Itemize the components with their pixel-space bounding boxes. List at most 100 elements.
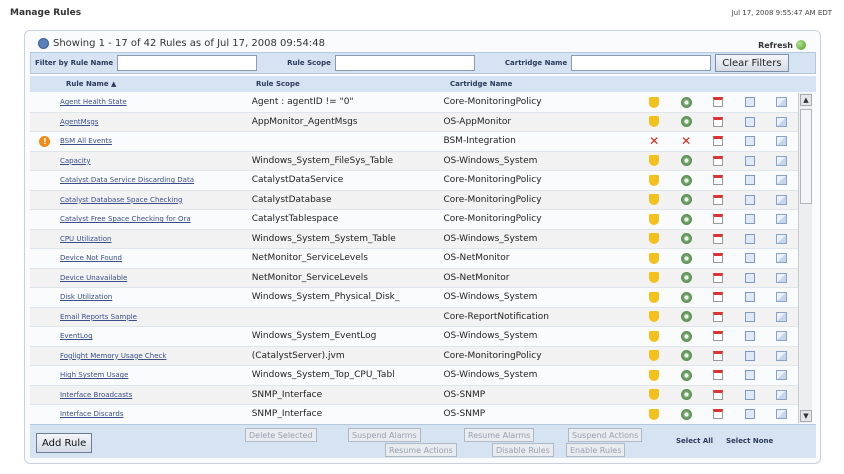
document-icon[interactable]: [745, 116, 756, 127]
calendar-icon[interactable]: [713, 175, 724, 186]
rule-name-link[interactable]: Interface Broadcasts: [60, 391, 252, 399]
resume-alarms-button[interactable]: Resume Alarms: [464, 428, 535, 442]
document-icon[interactable]: [745, 331, 756, 342]
gear-icon[interactable]: [680, 213, 692, 225]
rule-name-link[interactable]: Interface Discards: [60, 410, 252, 418]
calendar-icon[interactable]: [713, 116, 724, 127]
document-icon[interactable]: [745, 292, 756, 303]
rule-name-link[interactable]: Catalyst Database Space Checking: [60, 196, 252, 204]
disabled-x-icon[interactable]: ✕: [681, 135, 691, 147]
calendar-icon[interactable]: [713, 272, 724, 283]
edit-shield-icon[interactable]: [649, 330, 660, 342]
filter-scope-input[interactable]: [334, 55, 475, 71]
document-icon[interactable]: [745, 233, 756, 244]
column-cartridge-name[interactable]: Cartridge Name: [450, 80, 512, 88]
filter-name-input[interactable]: [117, 55, 258, 71]
document-icon[interactable]: [745, 370, 756, 381]
edit-shield-icon[interactable]: [649, 233, 660, 245]
copy-icon[interactable]: [776, 350, 788, 361]
rule-name-link[interactable]: EventLog: [60, 332, 252, 340]
refresh-icon[interactable]: [796, 40, 806, 50]
calendar-icon[interactable]: [713, 370, 724, 381]
scroll-down-arrow[interactable]: ▼: [800, 410, 812, 422]
edit-shield-icon[interactable]: [649, 213, 660, 225]
refresh-button[interactable]: Refresh: [758, 40, 806, 50]
document-icon[interactable]: [745, 214, 756, 225]
document-icon[interactable]: [745, 409, 756, 420]
calendar-icon[interactable]: [713, 194, 724, 205]
gear-icon[interactable]: [680, 174, 692, 186]
copy-icon[interactable]: [776, 292, 788, 303]
copy-icon[interactable]: [776, 136, 788, 147]
copy-icon[interactable]: [776, 233, 788, 244]
copy-icon[interactable]: [776, 311, 788, 322]
gear-icon[interactable]: [680, 272, 692, 284]
column-rule-scope[interactable]: Rule Scope: [256, 80, 300, 88]
rule-name-link[interactable]: AgentMsgs: [60, 118, 252, 126]
resume-actions-button[interactable]: Resume Actions: [385, 443, 457, 457]
filter-cartridge-input[interactable]: [571, 55, 712, 71]
document-icon[interactable]: [745, 311, 756, 322]
select-all-link[interactable]: Select All: [676, 437, 713, 445]
gear-icon[interactable]: [680, 155, 692, 167]
disable-rules-button[interactable]: Disable Rules: [492, 443, 554, 457]
column-rule-name[interactable]: Rule Name ▲: [66, 80, 116, 88]
edit-shield-icon[interactable]: [649, 252, 660, 264]
edit-shield-icon[interactable]: [649, 116, 660, 128]
edit-shield-icon[interactable]: [649, 350, 660, 362]
copy-icon[interactable]: [776, 272, 788, 283]
calendar-icon[interactable]: [713, 389, 724, 400]
calendar-icon[interactable]: [713, 350, 724, 361]
disabled-x-icon[interactable]: ✕: [649, 135, 659, 147]
rule-name-link[interactable]: Device Unavailable: [60, 274, 252, 282]
edit-shield-icon[interactable]: [649, 291, 660, 303]
gear-icon[interactable]: [680, 369, 692, 381]
calendar-icon[interactable]: [713, 214, 724, 225]
delete-selected-button[interactable]: Delete Selected: [245, 428, 317, 442]
calendar-icon[interactable]: [713, 136, 724, 147]
rule-name-link[interactable]: Device Not Found: [60, 254, 252, 262]
edit-shield-icon[interactable]: [649, 174, 660, 186]
calendar-icon[interactable]: [713, 292, 724, 303]
enable-rules-button[interactable]: Enable Rules: [566, 443, 626, 457]
document-icon[interactable]: [745, 136, 756, 147]
rule-name-link[interactable]: BSM All Events: [60, 137, 252, 145]
gear-icon[interactable]: [680, 233, 692, 245]
copy-icon[interactable]: [776, 175, 788, 186]
table-scrollbar[interactable]: ▲ ▼: [798, 93, 812, 423]
document-icon[interactable]: [745, 272, 756, 283]
calendar-icon[interactable]: [713, 409, 724, 420]
clear-filters-button[interactable]: Clear Filters: [715, 54, 789, 72]
scroll-up-arrow[interactable]: ▲: [800, 94, 812, 106]
calendar-icon[interactable]: [713, 233, 724, 244]
suspend-actions-button[interactable]: Suspend Actions: [568, 428, 643, 442]
gear-icon[interactable]: [680, 330, 692, 342]
gear-icon[interactable]: [680, 252, 692, 264]
edit-shield-icon[interactable]: [649, 155, 660, 167]
calendar-icon[interactable]: [713, 97, 724, 108]
copy-icon[interactable]: [776, 194, 788, 205]
suspend-alarms-button[interactable]: Suspend Alarms: [348, 428, 421, 442]
document-icon[interactable]: [745, 97, 756, 108]
gear-icon[interactable]: [680, 96, 692, 108]
rule-name-link[interactable]: CPU Utilization: [60, 235, 252, 243]
rule-name-link[interactable]: Catalyst Data Service Discarding Data: [60, 176, 252, 184]
copy-icon[interactable]: [776, 97, 788, 108]
edit-shield-icon[interactable]: [649, 194, 660, 206]
select-none-link[interactable]: Select None: [726, 437, 773, 445]
document-icon[interactable]: [745, 155, 756, 166]
add-rule-button[interactable]: Add Rule: [36, 433, 93, 453]
copy-icon[interactable]: [776, 155, 788, 166]
rule-name-link[interactable]: Foglight Memory Usage Check: [60, 352, 252, 360]
document-icon[interactable]: [745, 389, 756, 400]
scroll-thumb[interactable]: [800, 109, 812, 204]
gear-icon[interactable]: [680, 116, 692, 128]
gear-icon[interactable]: [680, 311, 692, 323]
calendar-icon[interactable]: [713, 331, 724, 342]
calendar-icon[interactable]: [713, 155, 724, 166]
document-icon[interactable]: [745, 175, 756, 186]
rule-name-link[interactable]: Capacity: [60, 157, 252, 165]
rule-name-link[interactable]: Email Reports Sample: [60, 313, 252, 321]
calendar-icon[interactable]: [713, 311, 724, 322]
edit-shield-icon[interactable]: [649, 272, 660, 284]
